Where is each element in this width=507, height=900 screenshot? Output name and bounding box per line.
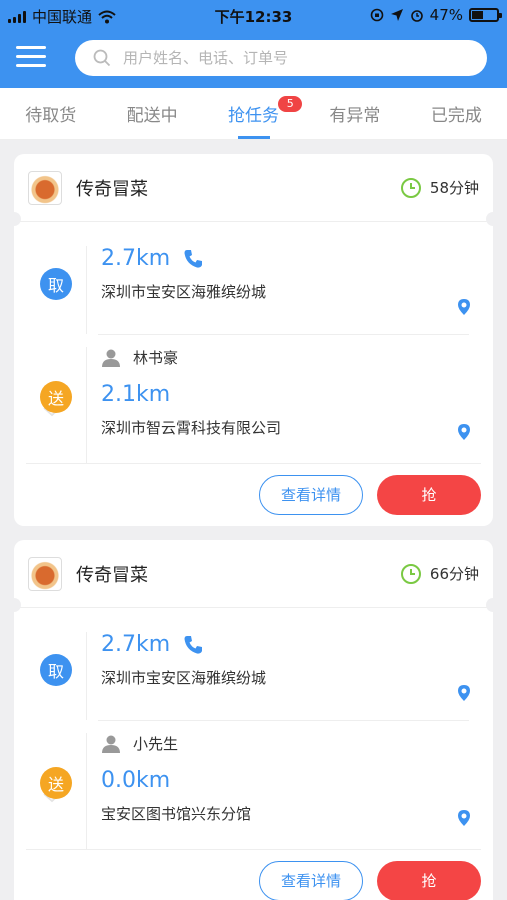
tab-bar: 待取货 配送中 抢任务 5 有异常 已完成 xyxy=(0,88,507,140)
pickup-marker: 取 xyxy=(40,268,72,300)
order-card: 传奇冒菜 66分钟 取 2.7km 深圳市宝安区海雅缤纷城 送 小先生 0.0k… xyxy=(7,540,500,900)
tab-label: 有异常 xyxy=(329,106,381,126)
pickup-address: 深圳市宝安区海雅缤纷城 xyxy=(101,283,267,301)
shop-name: 传奇冒菜 xyxy=(76,564,148,586)
time-limit: 66分钟 xyxy=(429,565,479,583)
shop-thumbnail xyxy=(28,556,62,591)
delivery-distance: 0.0km xyxy=(101,768,171,793)
customer-name: 小先生 xyxy=(133,735,179,753)
shop-thumbnail xyxy=(28,170,62,205)
grab-order-button[interactable]: 抢 xyxy=(377,474,481,515)
tab-exception[interactable]: 有异常 xyxy=(304,88,405,139)
tab-label: 已完成 xyxy=(430,106,482,126)
order-card: 传奇冒菜 58分钟 取 2.7km 深圳市宝安区海雅缤纷城 送 林书豪 2.1k… xyxy=(7,154,500,526)
clock-icon xyxy=(400,177,421,198)
delivery-distance: 2.1km xyxy=(101,382,171,407)
task-count-badge: 5 xyxy=(278,96,303,112)
user-icon xyxy=(102,349,120,367)
delivery-address: 深圳市智云霄科技有限公司 xyxy=(101,419,282,437)
phone-icon[interactable] xyxy=(182,634,204,656)
pickup-distance: 2.7km xyxy=(101,246,171,271)
delivery-marker: 送 xyxy=(40,767,72,799)
rotation-lock-icon xyxy=(370,8,383,22)
search-input[interactable] xyxy=(123,49,487,67)
user-icon xyxy=(102,735,120,753)
tab-delivering[interactable]: 配送中 xyxy=(101,88,202,139)
location-pin-icon[interactable] xyxy=(457,298,471,316)
tab-label: 待取货 xyxy=(25,106,77,126)
battery-percent: 47% xyxy=(429,6,463,24)
tab-label: 抢任务 xyxy=(228,106,280,126)
status-bar: 中国联通 下午12:33 47% xyxy=(0,0,507,30)
pickup-distance: 2.7km xyxy=(101,632,171,657)
pickup-address: 深圳市宝安区海雅缤纷城 xyxy=(101,669,267,687)
customer-name: 林书豪 xyxy=(133,349,179,367)
location-pin-icon[interactable] xyxy=(457,809,471,827)
tab-grab-tasks[interactable]: 抢任务 5 xyxy=(203,88,304,139)
clock-icon xyxy=(400,563,421,584)
view-details-button[interactable]: 查看详情 xyxy=(259,860,363,900)
hamburger-menu-icon[interactable] xyxy=(16,46,46,68)
shop-name: 传奇冒菜 xyxy=(76,178,148,200)
grab-order-button[interactable]: 抢 xyxy=(377,860,481,900)
tab-label: 配送中 xyxy=(126,106,178,126)
pickup-marker: 取 xyxy=(40,654,72,686)
delivery-address: 宝安区图书馆兴东分馆 xyxy=(101,805,252,823)
battery-icon xyxy=(469,8,502,22)
alarm-icon xyxy=(410,10,423,22)
phone-icon[interactable] xyxy=(182,248,204,270)
location-pin-icon[interactable] xyxy=(457,423,471,441)
time-limit: 58分钟 xyxy=(429,179,479,197)
header: 中国联通 下午12:33 47% xyxy=(0,0,507,88)
search-bar[interactable] xyxy=(75,40,487,76)
view-details-button[interactable]: 查看详情 xyxy=(259,474,363,515)
tab-to-pickup[interactable]: 待取货 xyxy=(0,88,101,139)
location-pin-icon[interactable] xyxy=(457,684,471,702)
tab-completed[interactable]: 已完成 xyxy=(406,88,507,139)
search-icon xyxy=(93,49,111,67)
delivery-marker: 送 xyxy=(40,381,72,413)
location-arrow-icon xyxy=(390,9,403,21)
